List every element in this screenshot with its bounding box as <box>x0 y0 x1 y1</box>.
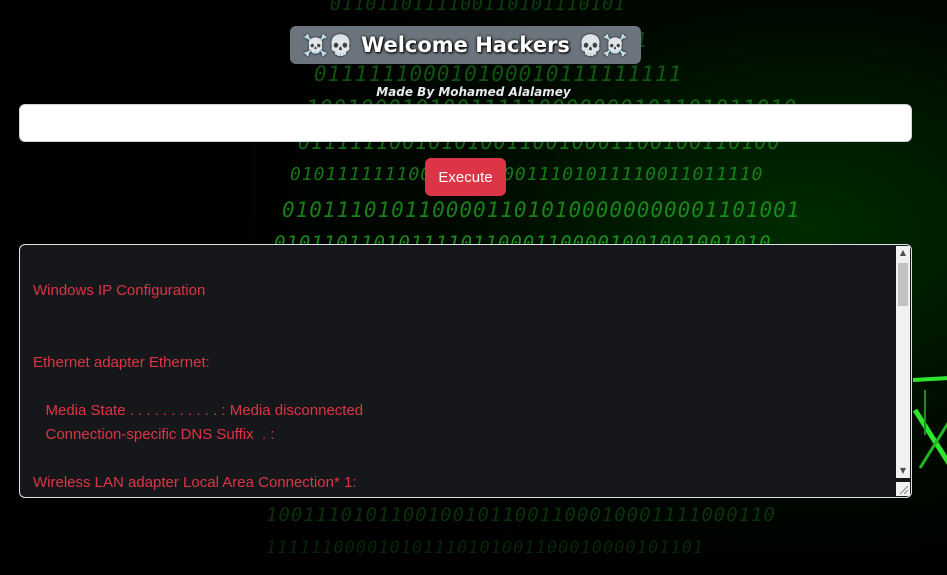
binary-row: 1001110101100100101100110001000111100011… <box>266 504 776 526</box>
output-scrollbar[interactable]: ▲ ▼ <box>896 246 910 478</box>
command-input[interactable] <box>19 104 912 142</box>
binary-row: 0101111111000000000011101011110011011110 <box>290 164 764 185</box>
execute-button[interactable]: Execute <box>425 158 506 196</box>
page-title-badge: ☠️💀 Welcome Hackers 💀☠️ <box>290 26 641 64</box>
page-title: Welcome Hackers <box>361 33 570 57</box>
author-credit: Made By Mohamed Alalamey <box>376 85 571 99</box>
command-output-text: Windows IP Configuration Ethernet adapte… <box>33 282 364 491</box>
command-output-area[interactable]: Windows IP Configuration Ethernet adapte… <box>19 244 912 498</box>
scroll-up-arrow-icon[interactable]: ▲ <box>896 246 910 260</box>
skull-icon: 💀☠️ <box>577 33 628 57</box>
scroll-thumb[interactable] <box>898 263 908 306</box>
binary-row: 011111100010100010111111111 <box>314 62 683 86</box>
resize-grip-icon[interactable] <box>896 482 910 496</box>
binary-row: 01011101011000011010100000000001101001 <box>282 198 801 222</box>
skull-icon: ☠️💀 <box>303 33 354 57</box>
binary-row: 111111000010101110101001100010000101101 <box>266 538 705 558</box>
binary-row: 0110110111100110101110101 <box>330 0 626 15</box>
scroll-down-arrow-icon[interactable]: ▼ <box>896 464 910 478</box>
